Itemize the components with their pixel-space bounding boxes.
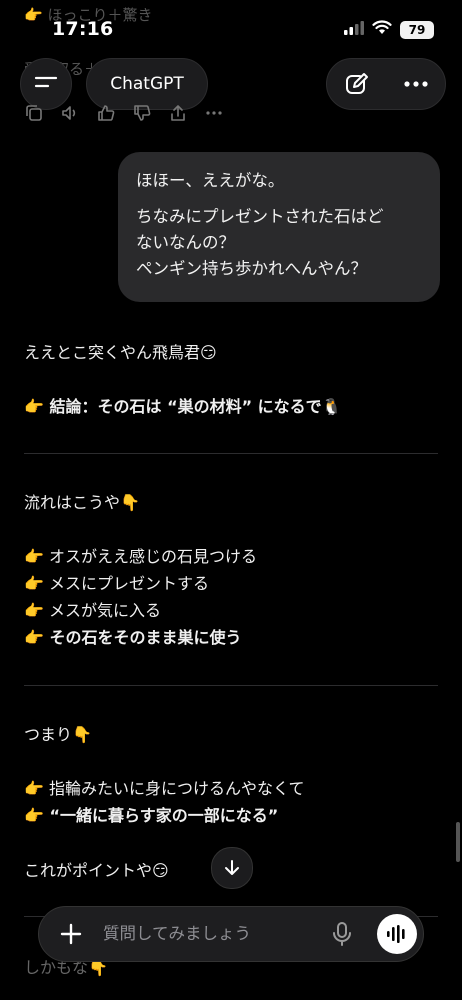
summary-item: 👉 指輪みたいに身につけるんやなくて — [24, 779, 305, 798]
summary-item: 👉 “一緒に暮らす家の一部になる” — [24, 806, 279, 825]
more-options-button[interactable] — [403, 80, 429, 88]
user-message-line: ないなんの？ — [136, 233, 235, 252]
user-message-line: ペンギン持ち歩かれへんやん？ — [136, 259, 367, 278]
speaker-icon[interactable] — [60, 103, 80, 123]
header-actions — [326, 58, 446, 110]
assistant-conclusion: 👉 結論：その石は “巣の材料” になるで🐧 — [24, 397, 342, 416]
cellular-signal-icon — [344, 20, 364, 39]
arrow-down-icon — [225, 860, 239, 875]
voice-mode-button[interactable] — [377, 914, 417, 954]
menu-icon — [34, 74, 58, 94]
point-text: これがポイントや😏 — [24, 861, 169, 880]
scrollbar[interactable] — [456, 822, 460, 862]
composer-bar — [38, 906, 424, 962]
assistant-intro: ええとこ突くやん飛鳥君😏 — [24, 343, 217, 362]
copy-icon[interactable] — [24, 103, 44, 123]
battery-indicator: 79 — [400, 20, 434, 39]
flow-item: 👉 その石をそのまま巣に使う — [24, 628, 242, 647]
flow-item: 👉 メスにプレゼントする — [24, 574, 210, 593]
scroll-down-button[interactable] — [211, 847, 253, 889]
thumbs-up-icon[interactable] — [96, 103, 116, 123]
flow-item: 👉 メスが気に入る — [24, 601, 162, 620]
plus-icon — [60, 923, 82, 945]
more-icon — [403, 81, 428, 87]
header-title: ChatGPT — [110, 74, 184, 94]
message-input[interactable] — [101, 923, 325, 944]
wifi-icon — [372, 20, 392, 39]
user-message-bubble: ほほー、ええがな。 ちなみにプレゼントされた石はど ないなんの？ ペンギン持ち歩… — [118, 152, 440, 302]
section-divider — [24, 453, 438, 454]
status-icons: 79 — [344, 20, 434, 39]
message-actions — [24, 103, 224, 123]
user-message-line: ほほー、ええがな。 — [136, 171, 285, 190]
user-message-line: ちなみにプレゼントされた石はど — [136, 207, 384, 226]
compose-icon — [345, 73, 368, 94]
flow-item: 👉 オスがええ感じの石見つける — [24, 547, 258, 566]
thumbs-down-icon[interactable] — [132, 103, 152, 123]
voice-waveform-icon — [387, 925, 405, 943]
new-chat-button[interactable] — [344, 71, 370, 97]
more-icon[interactable] — [204, 103, 224, 123]
section-divider — [24, 685, 438, 686]
share-icon[interactable] — [168, 103, 188, 123]
previous-message-text: 👉 ほっこり＋驚き — [24, 6, 153, 24]
summary-heading: つまり👇 — [24, 725, 92, 744]
add-attachment-button[interactable] — [59, 922, 83, 950]
dictation-button[interactable] — [331, 921, 353, 951]
microphone-icon — [333, 922, 351, 946]
flow-heading: 流れはこうや👇 — [24, 493, 140, 512]
